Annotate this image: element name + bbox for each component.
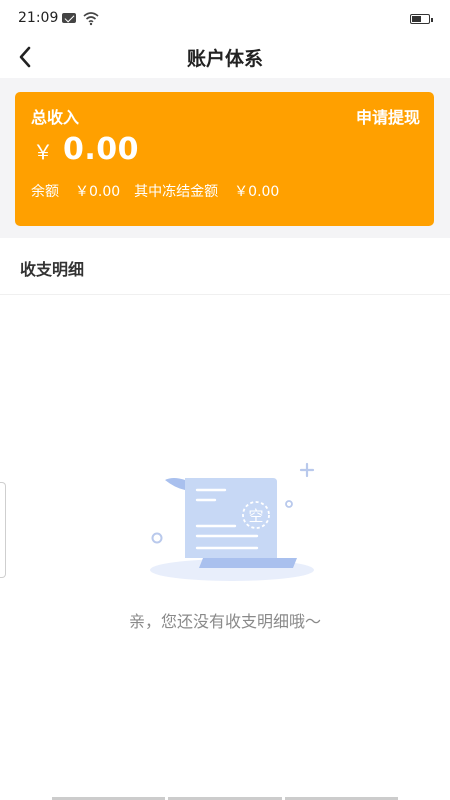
currency-symbol: ￥ (33, 140, 53, 164)
side-drawer-handle[interactable] (0, 482, 6, 578)
empty-stamp-text: 空 (248, 507, 263, 525)
total-income-label: 总收入 (31, 108, 80, 127)
section-title: 收支明细 (20, 260, 85, 279)
wifi-icon (83, 12, 99, 26)
withdraw-button[interactable]: 申请提现 (356, 104, 420, 128)
total-income-value: 0.00 (63, 132, 140, 167)
balance-value: ￥0.00 (75, 184, 121, 200)
empty-state-message: 亲，您还没有收支明细哦～ (128, 612, 321, 631)
mail-icon (62, 13, 76, 23)
status-bar: 21:09 (0, 0, 450, 36)
status-time: 21:09 (18, 10, 59, 26)
frozen-value: ￥0.00 (234, 184, 280, 200)
account-summary-card: 总收入 申请提现 ￥ 0.00 余额 ￥0.00 其中冻结金额 ￥0.00 (15, 92, 434, 226)
battery-icon (410, 14, 433, 24)
page-title: 账户体系 (186, 48, 263, 70)
balance-label: 余额 (31, 184, 59, 200)
total-income-amount: ￥ 0.00 (33, 132, 139, 167)
transactions-section-header: 收支明细 (0, 238, 450, 295)
frozen-label: 其中冻结金额 (134, 184, 219, 200)
balance-row: 余额 ￥0.00 其中冻结金额 ￥0.00 (31, 181, 279, 201)
empty-receipt-illustration: 空 (150, 462, 315, 581)
nav-bar: 账户体系 (0, 36, 450, 78)
